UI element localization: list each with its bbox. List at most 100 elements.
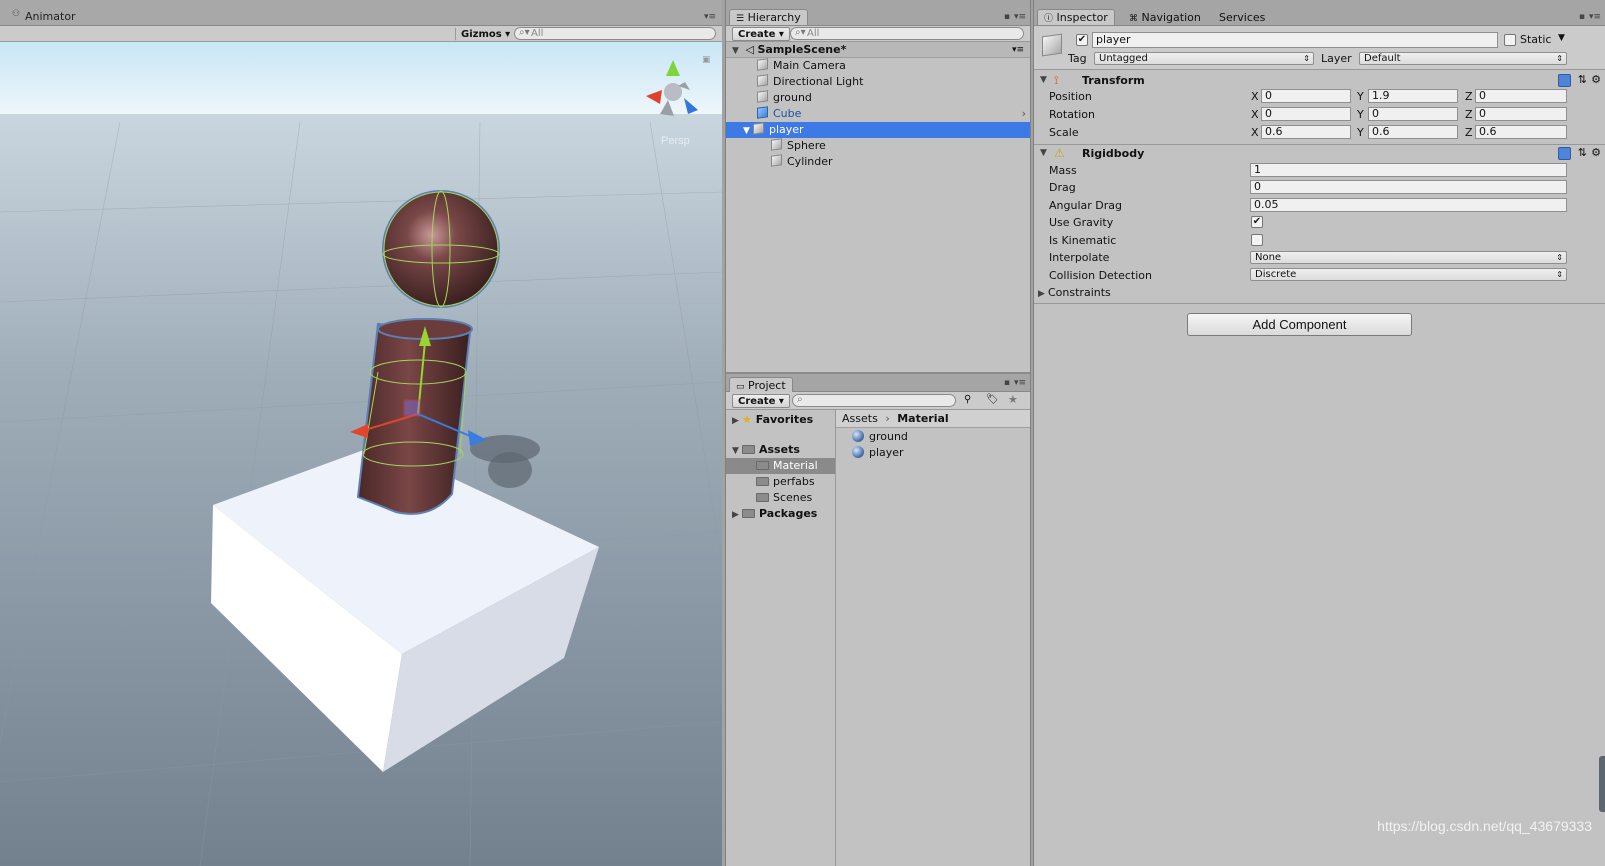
breadcrumb-root[interactable]: Assets — [842, 412, 878, 425]
lock-icon[interactable]: ▪ — [1004, 378, 1010, 388]
preset-icon[interactable]: ⇅ — [1578, 73, 1587, 86]
help-icon[interactable] — [1558, 74, 1571, 87]
active-checkbox[interactable]: ✔ — [1076, 34, 1088, 46]
scene-root-row[interactable]: ▼ ◁ SampleScene* ▾≡ — [726, 42, 1030, 58]
panel-menu-icon[interactable]: ▾≡ — [1014, 378, 1026, 388]
interpolate-dropdown[interactable]: None ⇕ — [1250, 251, 1567, 264]
position-y-field[interactable]: 1.9 — [1368, 89, 1458, 103]
drag-field[interactable]: 0 — [1250, 180, 1567, 194]
assets-row[interactable]: ▼ Assets — [726, 442, 835, 458]
hierarchy-item-cube[interactable]: Cube › — [726, 106, 1030, 122]
project-toolbar: Create ▾ ⌕ ⚲ 🏷︎ ★ — [726, 392, 1030, 410]
hierarchy-item-sphere[interactable]: Sphere — [726, 138, 1030, 154]
position-z-field[interactable]: 0 — [1475, 89, 1567, 103]
asset-item-ground[interactable]: ground — [836, 429, 1030, 445]
scale-y-field[interactable]: 0.6 — [1368, 125, 1458, 139]
is-kinematic-checkbox[interactable] — [1251, 234, 1263, 246]
project-create-button[interactable]: Create ▾ — [732, 394, 790, 408]
hierarchy-item-player[interactable]: ▼ player — [726, 122, 1030, 138]
project-content: Assets › Material ground player — [836, 410, 1030, 866]
gameobject-icon — [771, 138, 782, 151]
preset-icon[interactable]: ⇅ — [1578, 146, 1587, 159]
rotation-z-field[interactable]: 0 — [1475, 107, 1567, 121]
expand-arrow-icon[interactable]: ▼ — [1040, 148, 1050, 158]
position-label: Position — [1049, 90, 1092, 103]
folder-item-perfabs[interactable]: perfabs — [726, 474, 835, 490]
scale-z-field[interactable]: 0.6 — [1475, 125, 1567, 139]
scene-search-input[interactable]: ⌕▾ All — [514, 27, 716, 40]
hierarchy-item-ground[interactable]: ground — [726, 90, 1030, 106]
chevron-right-icon[interactable]: › — [1022, 106, 1026, 122]
hierarchy-create-button[interactable]: Create ▾ — [732, 27, 790, 41]
inspector-tab[interactable]: ⓘ Inspector — [1037, 9, 1115, 25]
expand-arrow-icon[interactable]: ▶ — [732, 413, 742, 429]
gear-icon[interactable]: ⚙ — [1591, 146, 1601, 159]
packages-row[interactable]: ▶ Packages — [726, 506, 835, 522]
navigation-tab[interactable]: ⌘ Navigation — [1122, 9, 1208, 25]
scene-view-tab[interactable]: Animator — [25, 10, 76, 23]
folder-icon: ▭ — [736, 382, 745, 392]
folder-item-material[interactable]: Material — [726, 458, 835, 474]
transform-header[interactable]: ▼ ⟟ Transform ⇅ ⚙ — [1034, 73, 1605, 89]
expand-arrow-icon[interactable]: ▼ — [743, 123, 753, 139]
gameobject-icon — [757, 90, 768, 103]
use-gravity-checkbox[interactable]: ✔ — [1251, 216, 1263, 228]
hierarchy-item-directional-light[interactable]: Directional Light — [726, 74, 1030, 90]
filter-by-label-icon[interactable]: 🏷︎ — [986, 394, 999, 405]
scale-x-field[interactable]: 0.6 — [1261, 125, 1351, 139]
favorite-star-icon[interactable]: ★ — [1008, 393, 1018, 406]
lock-icon[interactable]: ▪ — [1579, 12, 1585, 22]
angular-drag-field[interactable]: 0.05 — [1250, 198, 1567, 212]
project-tab[interactable]: ▭ Project — [729, 377, 793, 393]
scene-viewport[interactable]: Persp ▣ — [0, 42, 722, 866]
hierarchy-item-main-camera[interactable]: Main Camera — [726, 58, 1030, 74]
chevron-down-icon[interactable]: ▼ — [1558, 33, 1565, 43]
prefab-icon — [757, 106, 768, 119]
favorites-row[interactable]: ▶ ★ Favorites — [726, 412, 835, 428]
packages-label: Packages — [759, 507, 818, 520]
object-name-field[interactable]: player — [1092, 32, 1498, 48]
constraints-foldout[interactable]: ▶ Constraints — [1038, 286, 1111, 302]
rotation-y-field[interactable]: 0 — [1368, 107, 1458, 121]
expand-arrow-icon[interactable]: ▶ — [732, 507, 742, 523]
rotation-label: Rotation — [1049, 108, 1096, 121]
inspector-tab-label: Inspector — [1056, 11, 1108, 24]
rigidbody-header[interactable]: ▼ ⚠ Rigidbody ⇅ ⚙ — [1034, 146, 1605, 162]
interpolate-label: Interpolate — [1049, 251, 1110, 264]
project-search-input[interactable]: ⌕ — [792, 394, 956, 407]
panel-menu-icon[interactable]: ▾≡ — [1589, 12, 1601, 22]
position-x-field[interactable]: 0 — [1261, 89, 1351, 103]
panel-menu-icon[interactable]: ▾≡ — [704, 12, 716, 22]
tag-dropdown[interactable]: Untagged ⇕ — [1094, 52, 1314, 65]
asset-item-player[interactable]: player — [836, 445, 1030, 461]
asset-label: ground — [869, 430, 908, 443]
gear-icon[interactable]: ⚙ — [1591, 73, 1601, 86]
expand-arrow-icon[interactable]: ▼ — [1040, 75, 1050, 85]
static-checkbox[interactable] — [1504, 34, 1516, 46]
panel-menu-icon[interactable]: ▾≡ — [1014, 12, 1026, 22]
help-icon[interactable] — [1558, 147, 1571, 160]
scrollbar-handle[interactable] — [1599, 756, 1605, 812]
filter-by-type-icon[interactable]: ⚲ — [964, 394, 971, 405]
gizmos-button[interactable]: Gizmos ▾ — [455, 27, 516, 41]
mass-field[interactable]: 1 — [1250, 163, 1567, 177]
expand-arrow-icon[interactable]: ▼ — [732, 43, 742, 59]
services-tab[interactable]: Services — [1212, 9, 1272, 25]
search-icon: ⌕▾ — [795, 27, 806, 38]
scene-menu-icon[interactable]: ▾≡ — [1012, 42, 1024, 58]
expand-arrow-icon[interactable]: ▼ — [732, 443, 742, 459]
lock-icon[interactable]: ▣ — [702, 55, 711, 65]
breadcrumb-current[interactable]: Material — [897, 412, 948, 425]
add-component-button[interactable]: Add Component — [1187, 313, 1412, 336]
hierarchy-search-input[interactable]: ⌕▾ All — [790, 27, 1024, 40]
layer-dropdown[interactable]: Default ⇕ — [1359, 52, 1567, 65]
persp-label[interactable]: Persp — [661, 135, 690, 147]
folder-icon — [742, 445, 755, 454]
lock-icon[interactable]: ▪ — [1004, 12, 1010, 22]
collision-detection-dropdown[interactable]: Discrete ⇕ — [1250, 268, 1567, 281]
rotation-x-field[interactable]: 0 — [1261, 107, 1351, 121]
hierarchy-item-cylinder[interactable]: Cylinder — [726, 154, 1030, 170]
folder-item-scenes[interactable]: Scenes — [726, 490, 835, 506]
expand-arrow-icon[interactable]: ▶ — [1038, 289, 1048, 299]
hierarchy-tab[interactable]: ☰ Hierarchy — [729, 9, 808, 25]
